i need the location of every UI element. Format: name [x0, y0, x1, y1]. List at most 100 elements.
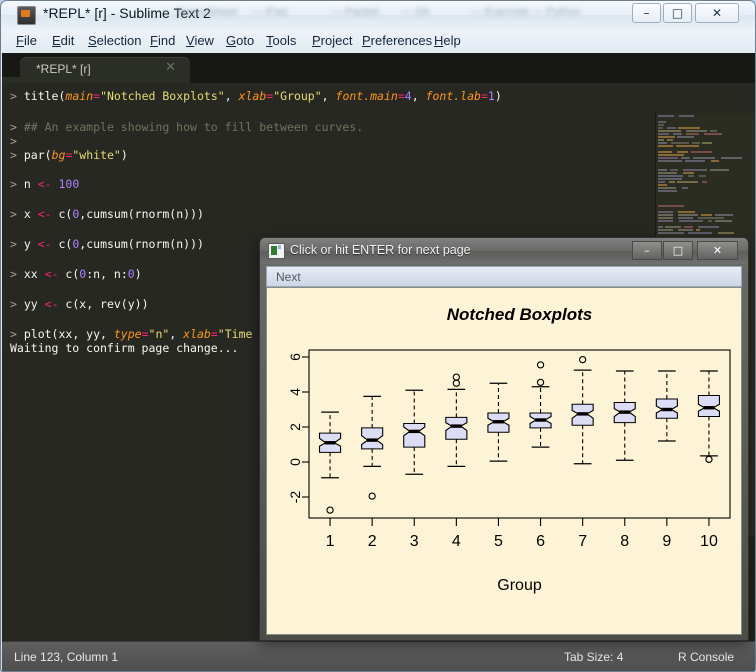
- console-token: xlab: [183, 327, 211, 341]
- console-line: > xx <- c(0:n, n:0): [10, 267, 142, 281]
- title-bar: *REPL* [r] - Sublime Text 2 — Spreadshee…: [1, 1, 756, 29]
- y-axis-tick-label: 6: [287, 353, 303, 361]
- console-token: yy: [24, 297, 45, 311]
- x-axis-tick-label: 1: [326, 533, 335, 550]
- boxplot-chart: Notched Boxplots-2024612345678910Group: [267, 288, 741, 634]
- x-axis-tick-label: 3: [410, 533, 419, 550]
- x-axis-tick-label: 5: [494, 533, 503, 550]
- console-token: font.main: [336, 89, 398, 103]
- console-token: ): [121, 148, 128, 162]
- console-token: c(: [59, 237, 73, 251]
- ghost-label: — Spreadsheet: [161, 6, 237, 22]
- plot-window-title: Click or hit ENTER for next page: [290, 243, 471, 257]
- console-token: xx: [24, 267, 45, 281]
- menu-item-project[interactable]: Project: [312, 33, 352, 48]
- console-gutter: [2, 83, 6, 641]
- close-icon: ✕: [713, 244, 722, 257]
- tab-repl-r[interactable]: *REPL* [r] ✕: [20, 57, 190, 83]
- x-axis-tick-label: 6: [536, 533, 545, 550]
- console-line: > plot(xx, yy, type="n", xlab="Time: [10, 327, 252, 341]
- x-axis-tick-label: 2: [368, 533, 377, 550]
- console-token: n: [24, 177, 38, 191]
- ghost-label: — Git: [401, 6, 429, 22]
- menu-item-preferences[interactable]: Preferences: [362, 33, 432, 48]
- console-line: Waiting to confirm page change...: [10, 341, 238, 355]
- plot-title-bar: Click or hit ENTER for next page – □ ✕: [260, 238, 748, 264]
- console-token: ,: [412, 89, 426, 103]
- console-token: type: [114, 327, 142, 341]
- x-axis-tick-label: 9: [662, 533, 671, 550]
- status-bar: Line 123, Column 1 Tab Size: 4 R Console: [2, 641, 756, 672]
- console-token: :n, n:: [86, 267, 128, 281]
- console-token: Waiting to confirm page change...: [10, 341, 238, 355]
- tab-strip: *REPL* [r] ✕: [2, 53, 756, 83]
- plot-menu-bar: Next: [266, 266, 742, 287]
- minimize-icon: –: [644, 244, 650, 257]
- tab-close-icon[interactable]: ✕: [165, 61, 176, 74]
- menu-item-view[interactable]: View: [186, 33, 214, 48]
- console-token: 0: [128, 267, 135, 281]
- box: [362, 428, 383, 449]
- console-token: <-: [38, 237, 59, 251]
- plot-minimize-button[interactable]: –: [632, 241, 662, 260]
- console-token: 1: [488, 89, 495, 103]
- minimize-button[interactable]: –: [632, 3, 661, 23]
- console-token: ,: [169, 327, 183, 341]
- console-line: >: [10, 134, 17, 148]
- x-axis-tick-label: 7: [578, 533, 587, 550]
- menu-bar: File Edit Selection Find View Goto Tools Projec…: [2, 29, 756, 54]
- status-syntax[interactable]: R Console: [678, 650, 734, 664]
- console-token: title: [24, 89, 59, 103]
- status-tab-size[interactable]: Tab Size: 4: [564, 650, 623, 664]
- menu-item-goto[interactable]: Goto: [226, 33, 254, 48]
- plot-close-button[interactable]: ✕: [697, 241, 738, 260]
- maximize-icon: □: [664, 4, 691, 22]
- console-token: >: [10, 207, 24, 221]
- x-axis-tick-label: 10: [700, 533, 718, 550]
- console-token: ## An example showing how to fill betwee…: [24, 120, 363, 134]
- close-button[interactable]: ✕: [695, 3, 739, 23]
- console-token: >: [10, 237, 24, 251]
- console-token: >: [10, 327, 24, 341]
- console-token: ,cumsum(rnorm(n))): [79, 207, 204, 221]
- box: [404, 424, 425, 448]
- maximize-button[interactable]: □: [663, 3, 692, 23]
- console-token: "white": [72, 148, 120, 162]
- console-token: =: [398, 89, 405, 103]
- console-token: bg: [52, 148, 66, 162]
- menu-item-help[interactable]: Help: [434, 33, 461, 48]
- menu-item-next[interactable]: Next: [276, 270, 301, 284]
- console-token: ,: [322, 89, 336, 103]
- minimize-icon: –: [633, 4, 660, 22]
- plot-maximize-button[interactable]: □: [663, 241, 693, 260]
- menu-item-edit[interactable]: Edit: [52, 33, 74, 48]
- console-line: > y <- c(0,cumsum(rnorm(n))): [10, 237, 204, 251]
- console-token: "Group": [273, 89, 321, 103]
- console-token: >: [10, 148, 24, 162]
- console-token: c(x, rev(y)): [65, 297, 148, 311]
- console-token: >: [10, 177, 24, 191]
- console-token: >: [10, 120, 24, 134]
- console-token: main: [65, 89, 93, 103]
- box: [698, 396, 719, 417]
- x-axis-tick-label: 8: [620, 533, 629, 550]
- r-graphics-window[interactable]: Click or hit ENTER for next page – □ ✕ N…: [259, 237, 749, 641]
- box: [446, 417, 467, 439]
- console-line: > yy <- c(x, rev(y)): [10, 297, 149, 311]
- console-token: par: [24, 148, 45, 162]
- plot-canvas[interactable]: Notched Boxplots-2024612345678910Group: [266, 287, 742, 635]
- maximize-icon: □: [673, 244, 683, 257]
- console-token: ): [135, 267, 142, 281]
- console-token: <-: [45, 267, 66, 281]
- menu-item-file[interactable]: File: [16, 33, 37, 48]
- sublime-icon: [17, 6, 36, 25]
- console-token: ): [495, 89, 502, 103]
- y-axis-tick-label: 2: [287, 423, 303, 431]
- console-token: >: [10, 267, 24, 281]
- menu-item-tools[interactable]: Tools: [266, 33, 296, 48]
- menu-item-selection[interactable]: Selection: [88, 33, 141, 48]
- console-token: 100: [59, 177, 80, 191]
- sublime-text-window: *REPL* [r] - Sublime Text 2 — Spreadshee…: [0, 0, 756, 672]
- console-token: >: [10, 297, 24, 311]
- menu-item-find[interactable]: Find: [150, 33, 175, 48]
